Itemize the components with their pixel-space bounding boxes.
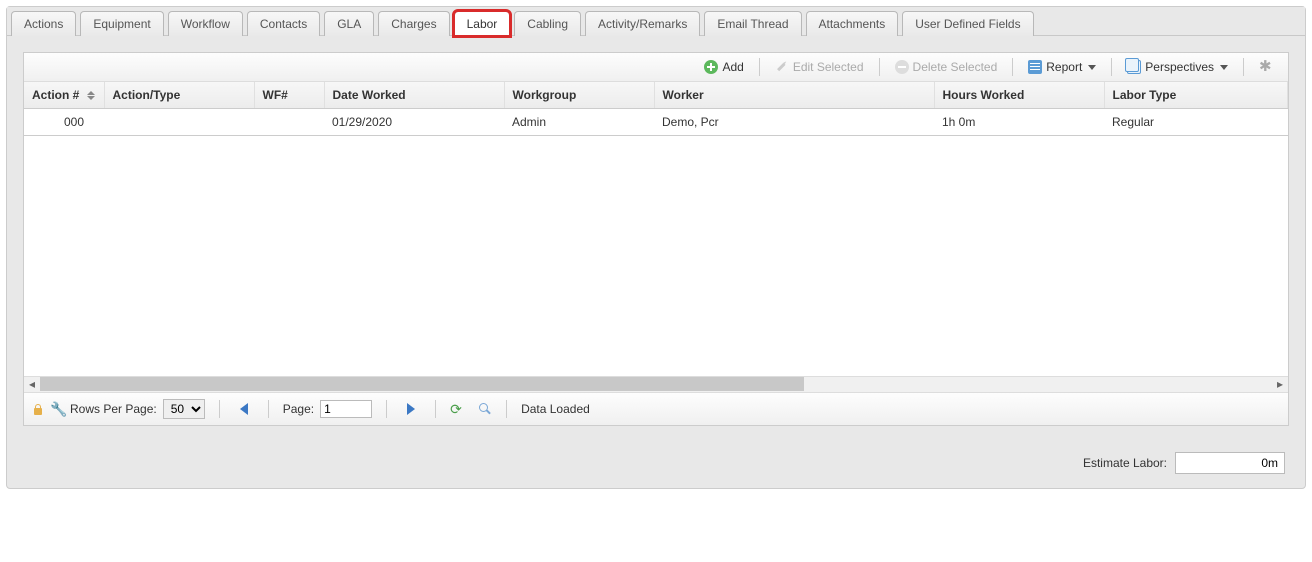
col-workgroup[interactable]: Workgroup xyxy=(504,82,654,109)
add-label: Add xyxy=(722,60,743,74)
col-wf[interactable]: WF# xyxy=(254,82,324,109)
tab-equipment[interactable]: Equipment xyxy=(80,11,163,36)
tab-email-thread[interactable]: Email Thread xyxy=(704,11,801,36)
pager-separator xyxy=(219,400,220,418)
scroll-track[interactable] xyxy=(40,377,1272,391)
tab-cabling[interactable]: Cabling xyxy=(514,11,581,36)
cell-labor-type: Regular xyxy=(1104,109,1288,136)
page-label: Page: xyxy=(283,402,314,416)
pencil-icon xyxy=(772,57,792,77)
delete-selected-button[interactable]: Delete Selected xyxy=(888,57,1005,77)
pager-separator xyxy=(386,400,387,418)
chevron-down-icon xyxy=(1220,65,1228,70)
table-row[interactable]: 000 01/29/2020 Admin Demo, Pcr 1h 0m Reg… xyxy=(24,109,1288,136)
tab-workflow[interactable]: Workflow xyxy=(168,11,243,36)
tab-labor[interactable]: Labor xyxy=(454,11,511,36)
gear-icon: ✱ xyxy=(1259,60,1273,74)
add-icon xyxy=(704,60,718,74)
report-label: Report xyxy=(1046,60,1082,74)
rows-per-page-label: Rows Per Page: xyxy=(70,402,157,416)
search-icon[interactable] xyxy=(478,402,492,416)
toolbar-separator xyxy=(759,58,760,76)
pager-separator xyxy=(435,400,436,418)
toolbar-separator xyxy=(1012,58,1013,76)
cell-workgroup: Admin xyxy=(504,109,654,136)
tab-user-defined-fields[interactable]: User Defined Fields xyxy=(902,11,1033,36)
pager-separator xyxy=(268,400,269,418)
delete-icon xyxy=(895,60,909,74)
next-page-button[interactable] xyxy=(401,400,421,418)
cell-date-worked: 01/29/2020 xyxy=(324,109,504,136)
estimate-labor-field[interactable] xyxy=(1175,452,1285,474)
rows-per-page-select[interactable]: 50 xyxy=(163,399,205,419)
refresh-icon[interactable]: ⟳ xyxy=(450,402,464,416)
col-worker[interactable]: Worker xyxy=(654,82,934,109)
tab-container: Actions Equipment Workflow Contacts GLA … xyxy=(6,6,1306,489)
tab-attachments[interactable]: Attachments xyxy=(806,11,899,36)
tabstrip: Actions Equipment Workflow Contacts GLA … xyxy=(7,7,1305,36)
footer-bar: Estimate Labor: xyxy=(7,442,1305,478)
cell-wf xyxy=(254,109,324,136)
prev-page-button[interactable] xyxy=(234,400,254,418)
lock-icon[interactable] xyxy=(32,403,44,415)
pager-bar: 🔧 Rows Per Page: 50 Page: ⟳ xyxy=(24,392,1288,425)
settings-gear-button[interactable]: ✱ xyxy=(1252,57,1280,77)
pager-status: Data Loaded xyxy=(521,402,590,416)
scroll-left-arrow-icon[interactable]: ◂ xyxy=(24,377,40,391)
edit-selected-button[interactable]: Edit Selected xyxy=(768,57,871,77)
estimate-labor-label: Estimate Labor: xyxy=(1083,456,1167,470)
cell-worker: Demo, Pcr xyxy=(654,109,934,136)
chevron-down-icon xyxy=(1088,65,1096,70)
horizontal-scrollbar[interactable]: ◂ ▸ xyxy=(24,376,1288,392)
tab-activity-remarks[interactable]: Activity/Remarks xyxy=(585,11,700,36)
report-dropdown[interactable]: Report xyxy=(1021,57,1103,77)
grid-toolbar: Add Edit Selected Delete Selected Report xyxy=(24,53,1288,82)
perspectives-dropdown[interactable]: Perspectives xyxy=(1120,57,1235,77)
triangle-right-icon xyxy=(407,403,415,415)
scroll-right-arrow-icon[interactable]: ▸ xyxy=(1272,377,1288,391)
col-date-worked[interactable]: Date Worked xyxy=(324,82,504,109)
toolbar-separator xyxy=(1243,58,1244,76)
labor-grid: Action # Action/Type WF# Date Worked Wor… xyxy=(24,82,1288,376)
page-number-input[interactable] xyxy=(320,400,372,418)
pager-separator xyxy=(506,400,507,418)
sort-icon xyxy=(87,91,95,100)
wrench-icon[interactable]: 🔧 xyxy=(50,402,64,416)
col-label: Action # xyxy=(32,88,79,102)
cell-action-type xyxy=(104,109,254,136)
tab-gla[interactable]: GLA xyxy=(324,11,374,36)
labor-panel: Add Edit Selected Delete Selected Report xyxy=(23,52,1289,426)
triangle-left-icon xyxy=(240,403,248,415)
cell-hours-worked: 1h 0m xyxy=(934,109,1104,136)
tab-charges[interactable]: Charges xyxy=(378,11,449,36)
add-button[interactable]: Add xyxy=(697,57,750,77)
col-labor-type[interactable]: Labor Type xyxy=(1104,82,1288,109)
col-action-number[interactable]: Action # xyxy=(24,82,104,109)
report-icon xyxy=(1028,60,1042,74)
delete-label: Delete Selected xyxy=(913,60,998,74)
perspectives-icon xyxy=(1127,60,1141,74)
cell-action-number: 000 xyxy=(24,109,104,136)
toolbar-separator xyxy=(879,58,880,76)
tab-actions[interactable]: Actions xyxy=(11,11,76,36)
col-hours-worked[interactable]: Hours Worked xyxy=(934,82,1104,109)
tab-contacts[interactable]: Contacts xyxy=(247,11,320,36)
scroll-thumb[interactable] xyxy=(40,377,804,391)
perspectives-label: Perspectives xyxy=(1145,60,1214,74)
edit-label: Edit Selected xyxy=(793,60,864,74)
col-action-type[interactable]: Action/Type xyxy=(104,82,254,109)
toolbar-separator xyxy=(1111,58,1112,76)
